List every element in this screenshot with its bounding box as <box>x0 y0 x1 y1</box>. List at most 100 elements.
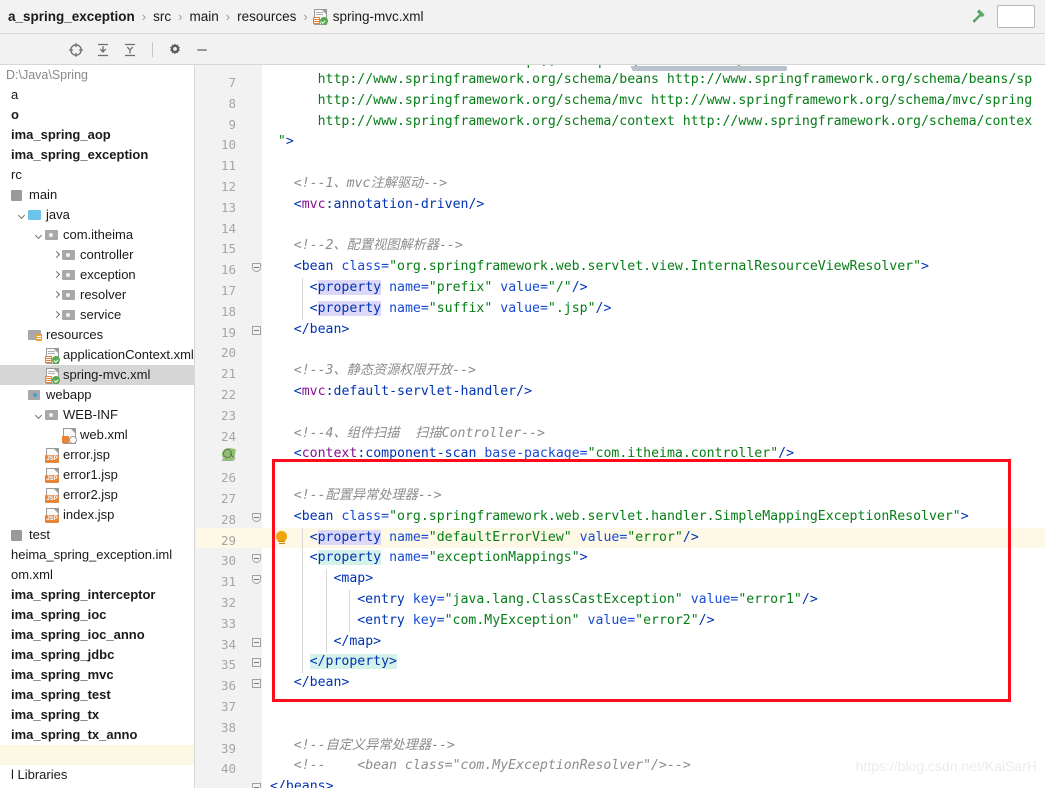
tree-item-ima-spring-interceptor[interactable]: ima_spring_interceptor <box>0 585 194 605</box>
tree-item-com-itheima[interactable]: com.itheima <box>0 225 194 245</box>
tree-item-ima-spring-mvc[interactable]: ima_spring_mvc <box>0 665 194 685</box>
tree-item-ima-spring-ioc-anno[interactable]: ima_spring_ioc_anno <box>0 625 194 645</box>
chevron-right-icon[interactable] <box>51 250 62 261</box>
chevron-right-icon[interactable] <box>51 290 62 301</box>
code-editor[interactable]: 7891011121314151617181920212223242526272… <box>196 65 1045 788</box>
code-line-24[interactable]: <!--4、组件扫描 扫描Controller--> <box>294 424 545 445</box>
code-line-36[interactable]: </bean> <box>294 673 350 694</box>
tree-item-applicationcontext-xml[interactable]: applicationContext.xml <box>0 345 194 365</box>
code-line-39[interactable]: <!--自定义异常处理器--> <box>294 736 455 757</box>
tree-item-error2-jsp[interactable]: JSP error2.jsp <box>0 485 194 505</box>
code-line-27[interactable]: <!--配置异常处理器--> <box>294 486 442 507</box>
code-fold-toggle[interactable] <box>252 554 261 564</box>
hammer-icon[interactable] <box>969 5 989 28</box>
code-fold-toggle[interactable] <box>252 637 261 647</box>
code-fold-toggle[interactable] <box>252 783 261 788</box>
intention-bulb-icon[interactable] <box>276 530 287 545</box>
code-text-area[interactable]: http://www.springframework.org/schema/be… <box>262 65 1045 788</box>
code-line-35[interactable]: </property> <box>309 652 397 673</box>
code-line-31[interactable]: <map> <box>333 569 373 590</box>
hide-panel-icon[interactable] <box>194 42 210 58</box>
tree-item-ima-spring-test[interactable]: ima_spring_test <box>0 685 194 705</box>
search-everywhere-box[interactable] <box>997 5 1035 28</box>
code-line-32[interactable]: <entry key="java.lang.ClassCastException… <box>357 590 818 611</box>
tree-item-l-libraries[interactable]: l Libraries <box>0 765 194 785</box>
code-line-33[interactable]: <entry key="com.MyException" value="erro… <box>357 611 714 632</box>
tree-item-ima-spring-jdbc[interactable]: ima_spring_jdbc <box>0 645 194 665</box>
tree-item-resources[interactable]: resources <box>0 325 194 345</box>
chevron-down-icon[interactable] <box>34 230 45 241</box>
code-line-21[interactable]: <!--3、静态资源权限开放--> <box>294 361 476 382</box>
code-line-9[interactable]: http://www.springframework.org/schema/co… <box>318 112 1033 133</box>
collapse-all-icon[interactable] <box>122 42 138 58</box>
tree-item-resolver[interactable]: resolver <box>0 285 194 305</box>
code-line-7[interactable]: http://www.springframework.org/schema/be… <box>318 70 1033 91</box>
tree-item-ima-spring-ioc[interactable]: ima_spring_ioc <box>0 605 194 625</box>
code-fold-toggle[interactable] <box>252 325 261 335</box>
code-line-25[interactable]: <context:component-scan base-package="co… <box>294 444 794 465</box>
code-line-10[interactable]: "> <box>278 132 294 153</box>
expand-all-icon[interactable] <box>95 42 111 58</box>
code-line-18[interactable]: <property name="suffix" value=".jsp"/> <box>310 299 611 320</box>
tree-item-spring-mvc-xml[interactable]: spring-mvc.xml <box>0 365 194 385</box>
chevron-right-icon[interactable] <box>51 310 62 321</box>
tree-item-ima-spring-aop[interactable]: ima_spring_aop <box>0 125 194 145</box>
breadcrumb-item-0[interactable]: a_spring_exception <box>6 9 137 24</box>
breadcrumb-item-1[interactable]: src <box>151 9 173 24</box>
code-fold-toggle[interactable] <box>252 658 261 668</box>
tree-item-om-xml[interactable]: om.xml <box>0 565 194 585</box>
tree-item-blank[interactable] <box>0 745 194 765</box>
chevron-down-icon[interactable] <box>34 410 45 421</box>
tree-item-controller[interactable]: controller <box>0 245 194 265</box>
code-line-40[interactable]: <!-- <bean class="com.MyExceptionResolve… <box>294 756 691 777</box>
breadcrumb-item-3[interactable]: resources <box>235 9 298 24</box>
code-line-41[interactable]: </beans> <box>270 777 334 788</box>
locate-target-icon[interactable] <box>68 42 84 58</box>
tree-item-a[interactable]: a <box>0 85 194 105</box>
code-line-30[interactable]: <property name="exceptionMappings"> <box>310 548 588 569</box>
horizontal-scrollbar-thumb[interactable] <box>632 66 787 71</box>
code-line-16[interactable]: <bean class="org.springframework.web.ser… <box>294 257 929 278</box>
tree-item-service[interactable]: service <box>0 305 194 325</box>
tree-item-ima-spring-tx-anno[interactable]: ima_spring_tx_anno <box>0 725 194 745</box>
code-line-29[interactable]: <property name="defaultErrorView" value=… <box>310 528 699 549</box>
code-fold-toggle[interactable] <box>252 575 261 585</box>
tree-item-test[interactable]: test <box>0 525 194 545</box>
code-line-34[interactable]: </map> <box>333 632 381 653</box>
code-fold-toggle[interactable] <box>252 263 261 273</box>
tree-item-index-jsp[interactable]: JSP index.jsp <box>0 505 194 525</box>
tree-item-error-jsp[interactable]: JSP error.jsp <box>0 445 194 465</box>
tree-item-web-xml[interactable]: web.xml <box>0 425 194 445</box>
code-fold-toggle[interactable] <box>252 679 261 689</box>
tree-item-webapp[interactable]: webapp <box>0 385 194 405</box>
code-line-13[interactable]: <mvc:annotation-driven/> <box>294 195 485 216</box>
tree-item-exception[interactable]: exception <box>0 265 194 285</box>
code-line-28[interactable]: <bean class="org.springframework.web.ser… <box>294 507 969 528</box>
chevron-right-icon[interactable] <box>51 270 62 281</box>
tree-item-web-inf[interactable]: WEB-INF <box>0 405 194 425</box>
tree-item-rc[interactable]: rc <box>0 165 194 185</box>
tree-item-heima-spring-exception-iml[interactable]: heima_spring_exception.iml <box>0 545 194 565</box>
project-tree[interactable]: a o ima_spring_aop ima_spring_exception rc ma… <box>0 85 194 785</box>
chevron-down-icon[interactable] <box>17 210 28 221</box>
tree-item-error1-jsp[interactable]: JSP error1.jsp <box>0 465 194 485</box>
spring-bean-gutter-icon[interactable] <box>220 447 237 463</box>
tree-item-ima-spring-exception[interactable]: ima_spring_exception <box>0 145 194 165</box>
code-line-17[interactable]: <property name="prefix" value="/"/> <box>310 278 588 299</box>
code-line-19[interactable]: </bean> <box>294 320 350 341</box>
settings-gear-icon[interactable] <box>167 42 183 58</box>
tree-item-main[interactable]: main <box>0 185 194 205</box>
tree-item-ima-spring-tx[interactable]: ima_spring_tx <box>0 705 194 725</box>
editor-gutter[interactable]: 7891011121314151617181920212223242526272… <box>196 65 263 788</box>
code-line-22[interactable]: <mvc:default-servlet-handler/> <box>294 382 532 403</box>
breadcrumb-item-2[interactable]: main <box>187 9 220 24</box>
code-fold-toggle[interactable] <box>252 512 261 522</box>
code-line-8[interactable]: http://www.springframework.org/schema/mv… <box>318 91 1033 112</box>
tree-item-o[interactable]: o <box>0 105 194 125</box>
code-line-12[interactable]: <!--1、mvc注解驱动--> <box>294 174 447 195</box>
tree-item-java[interactable]: java <box>0 205 194 225</box>
project-tree-panel[interactable]: D:\Java\Spring a o ima_spring_aop ima_sprin… <box>0 65 195 788</box>
code-line-15[interactable]: <!--2、配置视图解析器--> <box>294 236 463 257</box>
breadcrumb-item-4[interactable]: spring-mvc.xml <box>312 8 426 26</box>
